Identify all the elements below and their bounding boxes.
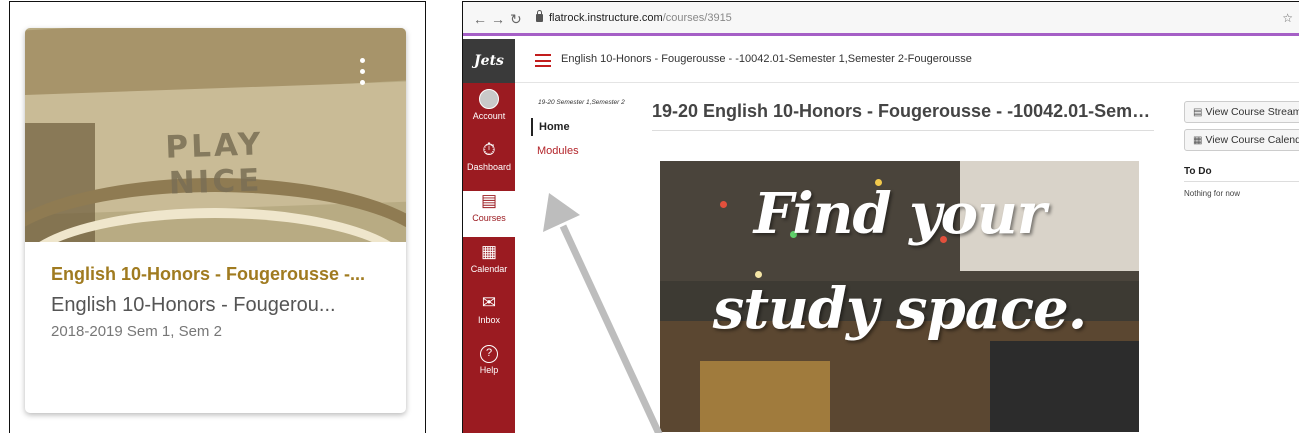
banner-shelf	[700, 361, 830, 432]
gnav-courses[interactable]: ▤ Courses	[463, 191, 515, 237]
courses-icon: ▤	[480, 191, 498, 210]
stream-button-label: View Course Stream	[1205, 106, 1299, 118]
calendar-icon: ▦	[480, 242, 498, 261]
avatar-icon	[479, 89, 499, 109]
global-navigation: Jets Account ⏱ Dashboard ▤ Courses ▦ Cal…	[463, 39, 515, 433]
course-banner-image: Find your study space.	[660, 161, 1139, 432]
url-path: /courses/3915	[662, 12, 732, 24]
course-card-title[interactable]: English 10-Honors - Fougerousse -...	[51, 264, 391, 285]
course-header: English 10-Honors - Fougerousse - -10042…	[515, 39, 1299, 83]
help-icon: ?	[480, 345, 498, 363]
gnav-dashboard[interactable]: ⏱ Dashboard	[463, 140, 515, 186]
calendar-icon: ▦	[1193, 135, 1203, 146]
course-nav-modules[interactable]: Modules	[531, 142, 585, 160]
todo-heading: To Do	[1184, 166, 1299, 182]
gnav-label: Dashboard	[466, 162, 512, 172]
page-title: 19-20 English 10-Honors - Fougerousse - …	[652, 101, 1154, 131]
calendar-button-label: View Course Calendar	[1205, 134, 1299, 146]
url-host: flatrock.instructure.com	[549, 12, 663, 24]
gnav-label: Help	[479, 365, 499, 375]
gnav-label: Account	[472, 111, 506, 121]
jets-logo[interactable]: Jets	[463, 39, 515, 83]
hamburger-menu-icon[interactable]	[535, 54, 551, 67]
gnav-label: Courses	[472, 213, 506, 223]
browser-toolbar: ← → ↻ flatrock.instructure.com/courses/3…	[463, 2, 1299, 36]
card-image-text: PLAY NICE	[164, 126, 264, 202]
todo-empty-text: Nothing for now	[1184, 189, 1241, 198]
address-bar[interactable]: flatrock.instructure.com/courses/3915	[549, 12, 732, 24]
breadcrumb[interactable]: English 10-Honors - Fougerousse - -10042…	[561, 53, 972, 65]
banner-text-line2: study space.	[712, 276, 1088, 342]
course-card-image[interactable]: PLAY NICE	[25, 28, 406, 242]
gnav-help[interactable]: ? Help	[463, 345, 515, 391]
gnav-inbox[interactable]: ✉ Inbox	[463, 293, 515, 339]
reload-icon[interactable]: ↻	[510, 11, 522, 28]
course-card-term: 2018-2019 Sem 1, Sem 2	[51, 323, 222, 340]
back-arrow-icon[interactable]: ←	[473, 11, 487, 27]
inbox-icon: ✉	[481, 293, 497, 312]
dashboard-icon: ⏱	[482, 140, 496, 159]
course-home-screenshot: ← → ↻ flatrock.instructure.com/courses/3…	[462, 1, 1299, 433]
view-course-calendar-button[interactable]: ▦View Course Calendar	[1184, 129, 1299, 151]
course-nav-term: 19-20 Semester 1,Semester 2	[538, 99, 625, 106]
stream-icon: ▤	[1193, 107, 1203, 118]
lock-icon	[536, 10, 543, 22]
course-card-screenshot: PLAY NICE English 10-Honors - Fougerouss…	[9, 1, 426, 433]
view-course-stream-button[interactable]: ▤ View Course Stream	[1184, 101, 1299, 123]
course-nav-home[interactable]: Home	[531, 118, 585, 136]
gnav-calendar[interactable]: ▦ Calendar	[463, 242, 515, 288]
banner-machine	[990, 341, 1139, 432]
gnav-label: Inbox	[477, 315, 501, 325]
course-navigation: Home Modules	[531, 118, 585, 160]
card-options-kebab-icon[interactable]	[358, 58, 366, 88]
course-card-subtitle: English 10-Honors - Fougerou...	[51, 294, 336, 316]
gnav-label: Calendar	[470, 264, 508, 274]
forward-arrow-icon[interactable]: →	[491, 11, 505, 27]
bookmark-star-icon[interactable]: ☆	[1282, 11, 1293, 25]
banner-text-line1: Find your	[753, 181, 1047, 247]
course-card[interactable]: PLAY NICE English 10-Honors - Fougerouss…	[25, 28, 406, 413]
gnav-account[interactable]: Account	[463, 89, 515, 135]
